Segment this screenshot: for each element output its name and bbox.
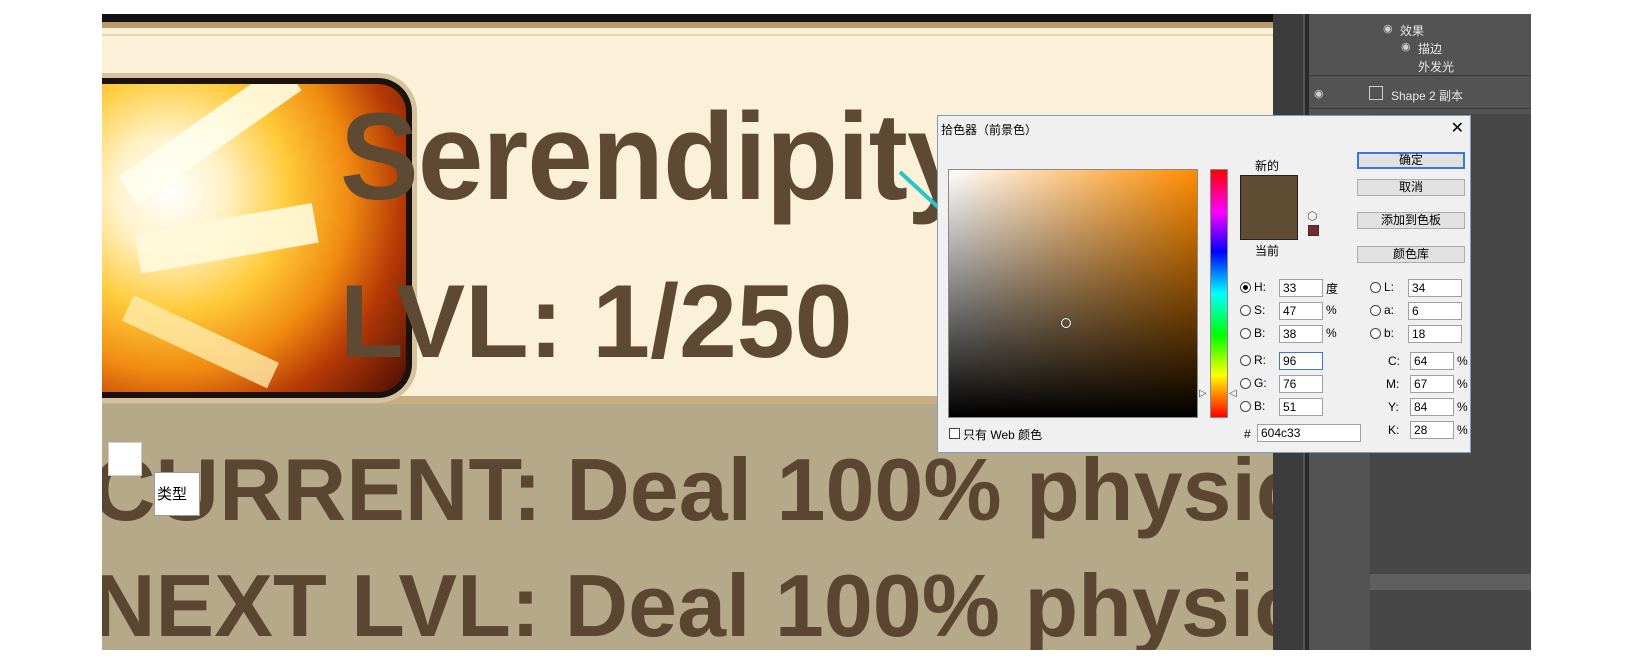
input-blue[interactable]: 51 xyxy=(1279,398,1323,416)
layer-separator xyxy=(1309,75,1531,76)
hue-slider-left-arrow-icon[interactable]: ▷ xyxy=(1199,388,1207,399)
new-color-label: 新的 xyxy=(1255,159,1280,173)
unit-c: % xyxy=(1457,354,1468,368)
new-color-swatch xyxy=(1240,175,1298,208)
unit-brightness: % xyxy=(1326,326,1337,340)
hue-slider-right-arrow-icon[interactable]: ◁ xyxy=(1229,388,1237,399)
eye-icon[interactable]: ◉ xyxy=(1383,22,1393,35)
radio-g[interactable] xyxy=(1240,378,1251,389)
web-safe-swatch-icon[interactable] xyxy=(1308,225,1319,236)
input-m[interactable]: 67 xyxy=(1410,375,1454,393)
cancel-button[interactable]: 取消 xyxy=(1357,179,1465,196)
card-inner-line xyxy=(102,34,1323,36)
radio-l[interactable] xyxy=(1370,282,1381,293)
label-g: G: xyxy=(1254,376,1267,390)
web-colors-label: 只有 Web 颜色 xyxy=(963,428,1043,442)
ok-button[interactable]: 确定 xyxy=(1357,152,1465,169)
input-h[interactable]: 33 xyxy=(1279,279,1323,297)
canvas-top-border xyxy=(102,14,1323,22)
skill-icon-ray xyxy=(122,295,279,389)
label-m: M: xyxy=(1386,377,1400,391)
radio-r[interactable] xyxy=(1240,355,1251,366)
input-lab-b[interactable]: 18 xyxy=(1408,325,1462,343)
layer-shape-copy[interactable]: Shape 2 副本 xyxy=(1391,87,1463,104)
input-r[interactable]: 96 xyxy=(1279,352,1323,370)
layer-stroke[interactable]: 描边 xyxy=(1418,40,1442,57)
input-brightness[interactable]: 38 xyxy=(1279,325,1323,343)
label-brightness: B: xyxy=(1254,326,1266,340)
label-k: K: xyxy=(1388,423,1400,437)
input-g[interactable]: 76 xyxy=(1279,375,1323,393)
radio-s[interactable] xyxy=(1240,305,1251,316)
current-color-swatch[interactable] xyxy=(1240,208,1298,240)
skill-title: Serendipity xyxy=(340,87,973,227)
out-of-gamut-cube-icon[interactable]: ⬡ xyxy=(1307,209,1317,223)
dialog-title: 拾色器（前景色） xyxy=(941,123,1038,137)
panel-scroll-strip[interactable] xyxy=(1370,574,1531,590)
radio-a[interactable] xyxy=(1370,305,1381,316)
layer-separator xyxy=(1309,108,1531,109)
close-icon[interactable]: ✕ xyxy=(1451,118,1464,138)
skill-level: LVL: 1/250 xyxy=(340,264,853,380)
eye-icon[interactable]: ◉ xyxy=(1401,40,1411,53)
label-h: H: xyxy=(1254,280,1266,294)
hex-label: # xyxy=(1244,427,1251,441)
input-y[interactable]: 84 xyxy=(1410,398,1454,416)
color-libraries-button[interactable]: 颜色库 xyxy=(1357,246,1465,263)
current-row-text: CURRENT: Deal 100% physical a xyxy=(102,440,1323,539)
label-s: S: xyxy=(1254,303,1266,317)
radio-brightness[interactable] xyxy=(1240,328,1251,339)
saturation-brightness-field[interactable] xyxy=(948,169,1198,418)
radio-blue[interactable] xyxy=(1240,401,1251,412)
label-l: L: xyxy=(1384,280,1395,294)
label-r: R: xyxy=(1254,353,1266,367)
radio-h[interactable] xyxy=(1240,282,1251,293)
eye-icon[interactable]: ◉ xyxy=(1314,87,1324,100)
unit-s: % xyxy=(1326,303,1337,317)
layer-effects[interactable]: 效果 xyxy=(1400,22,1424,39)
skill-icon-ray xyxy=(134,203,319,274)
color-pointer-icon[interactable] xyxy=(1060,318,1071,329)
type-tooltip: 类型 xyxy=(154,472,200,516)
hex-input[interactable]: 604c33 xyxy=(1257,424,1361,442)
input-a[interactable]: 6 xyxy=(1408,302,1462,320)
unit-h: 度 xyxy=(1326,282,1339,296)
radio-lab-b[interactable] xyxy=(1370,328,1381,339)
canvas-swatch[interactable] xyxy=(108,442,142,476)
label-lab-b: b: xyxy=(1384,326,1395,340)
unit-y: % xyxy=(1457,400,1468,414)
color-picker-dialog: 拾色器（前景色） ✕ ▷ ◁ 新的 当前 ⬡ 确定 取消 添加到色板 颜色库 H… xyxy=(937,115,1471,453)
input-l[interactable]: 34 xyxy=(1408,279,1462,297)
label-c: C: xyxy=(1388,354,1400,368)
skill-icon-ray xyxy=(118,84,302,205)
next-level-row-text: NEXT LVL: Deal 100% physical a xyxy=(102,556,1323,650)
input-s[interactable]: 47 xyxy=(1279,302,1323,320)
add-to-swatches-button[interactable]: 添加到色板 xyxy=(1357,212,1465,229)
hue-slider[interactable] xyxy=(1210,169,1228,418)
web-colors-checkbox[interactable] xyxy=(949,428,960,439)
label-a: a: xyxy=(1384,303,1395,317)
input-k[interactable]: 28 xyxy=(1410,421,1454,439)
label-y: Y: xyxy=(1388,400,1399,414)
sb-black-layer xyxy=(949,170,1197,417)
label-blue: B: xyxy=(1254,399,1266,413)
layer-outer-glow[interactable]: 外发光 xyxy=(1418,58,1454,75)
unit-k: % xyxy=(1457,423,1468,437)
layer-thumbnail-icon xyxy=(1369,86,1383,100)
input-c[interactable]: 64 xyxy=(1410,352,1454,370)
current-color-label: 当前 xyxy=(1255,244,1280,258)
unit-m: % xyxy=(1457,377,1468,391)
